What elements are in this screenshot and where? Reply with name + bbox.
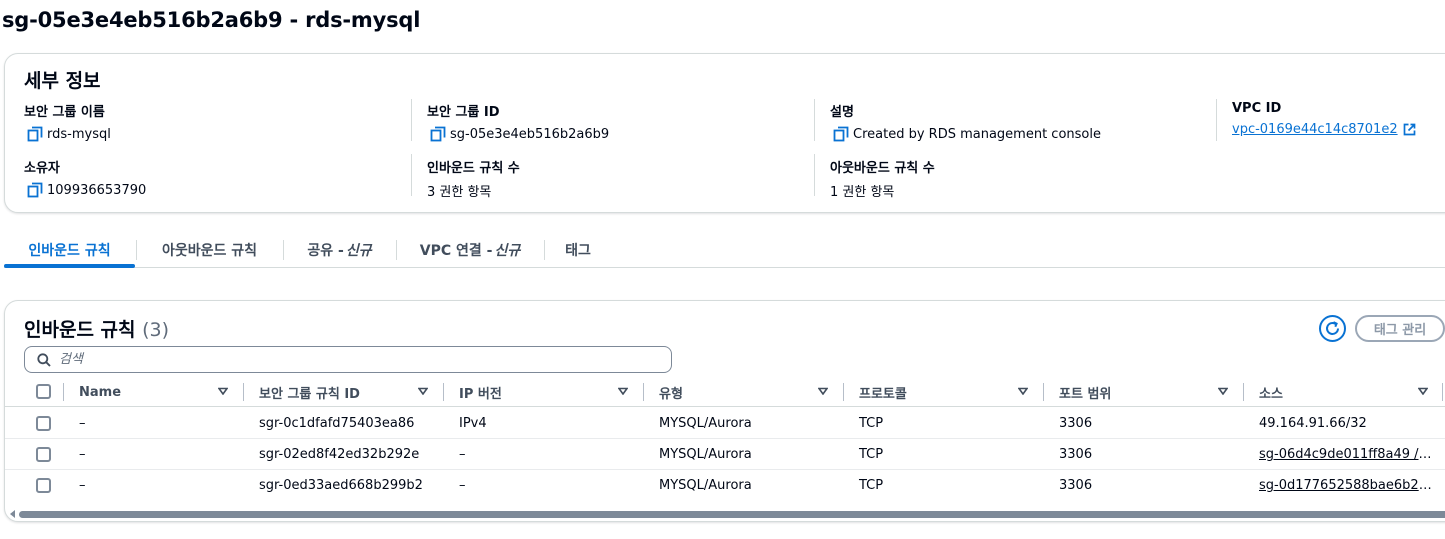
cell-type: MYSQL/Aurora bbox=[659, 478, 752, 493]
source-sg-link[interactable]: sg-0d177652588bae6b2 / ec2-rds-1 bbox=[1259, 470, 1434, 501]
tab-vpc-association[interactable]: VPC 연결 - 신규 bbox=[397, 232, 543, 267]
refresh-button[interactable] bbox=[1319, 315, 1346, 342]
field-label: 인바운드 규칙 수 bbox=[427, 161, 520, 176]
sg-id-value: sg-05e3e4eb516b2a6b9 bbox=[450, 126, 610, 142]
field-label: 소유자 bbox=[24, 161, 60, 176]
owner-value: 109936653790 bbox=[47, 182, 147, 198]
description-value: Created by RDS management console bbox=[853, 126, 1101, 142]
cell-port-range: 3306 bbox=[1059, 447, 1093, 462]
column-header-type[interactable]: 유형 bbox=[659, 377, 683, 407]
field-owner: 소유자 109936653790 bbox=[24, 157, 146, 198]
cell-name: – bbox=[79, 416, 86, 431]
cell-name: – bbox=[79, 447, 86, 462]
cell-rule-id: sgr-0c1dfafd75403ea86 bbox=[259, 416, 415, 431]
tab-inbound-rules[interactable]: 인바운드 규칙 bbox=[4, 232, 135, 268]
column-header-ip-version[interactable]: IP 버전 bbox=[459, 377, 502, 407]
cell-port-range: 3306 bbox=[1059, 478, 1093, 493]
sort-caret-icon[interactable] bbox=[618, 387, 628, 395]
field-label: 보안 그룹 이름 bbox=[24, 105, 105, 120]
field-description: 설명 Created by RDS management console bbox=[830, 101, 1101, 142]
table-row[interactable]: – sgr-0c1dfafd75403ea86 IPv4 MYSQL/Auror… bbox=[5, 408, 1445, 439]
sort-caret-icon[interactable] bbox=[218, 387, 228, 395]
outbound-count-value: 1 권한 항목 bbox=[830, 185, 895, 200]
cell-protocol: TCP bbox=[859, 447, 884, 462]
rules-count: (3) bbox=[142, 319, 170, 341]
cell-ip-version: – bbox=[459, 478, 466, 493]
row-checkbox[interactable] bbox=[36, 447, 51, 462]
search-icon bbox=[37, 352, 51, 367]
cell-ip-version: IPv4 bbox=[459, 416, 487, 431]
sort-caret-icon[interactable] bbox=[1218, 387, 1228, 395]
search-box[interactable] bbox=[24, 346, 672, 373]
external-link-icon bbox=[1403, 123, 1415, 136]
field-label: 보안 그룹 ID bbox=[427, 105, 500, 120]
sort-caret-icon[interactable] bbox=[1418, 387, 1428, 395]
table-header: Name 보안 그룹 규칙 ID IP 버전 유형 프로토콜 포트 범위 소스 bbox=[5, 377, 1445, 407]
cell-rule-id: sgr-0ed33aed668b299b2 bbox=[259, 478, 423, 493]
cell-source: 49.164.91.66/32 bbox=[1259, 416, 1367, 431]
row-checkbox[interactable] bbox=[36, 416, 51, 431]
column-header-source[interactable]: 소스 bbox=[1259, 377, 1283, 407]
cell-name: – bbox=[79, 478, 86, 493]
row-checkbox[interactable] bbox=[36, 478, 51, 493]
cell-rule-id: sgr-02ed8f42ed32b292e bbox=[259, 447, 420, 462]
tab-tags[interactable]: 태그 bbox=[545, 232, 611, 267]
tab-bar: 인바운드 규칙 아웃바운드 규칙 공유 - 신규 VPC 연결 - 신규 태그 bbox=[4, 232, 1445, 268]
field-sg-id: 보안 그룹 ID sg-05e3e4eb516b2a6b9 bbox=[427, 101, 609, 142]
inbound-rules-panel: 인바운드 규칙 (3) 태그 관리 Name 보안 그룹 규칙 ID IP 버전… bbox=[4, 300, 1445, 522]
manage-tags-button[interactable]: 태그 관리 bbox=[1355, 315, 1445, 342]
page-title: sg-05e3e4eb516b2a6b9 - rds-mysql bbox=[2, 8, 421, 32]
column-header-rule-id[interactable]: 보안 그룹 규칙 ID bbox=[259, 377, 360, 407]
vpc-id-link[interactable]: vpc-0169e44c14c8701e2 bbox=[1232, 122, 1398, 137]
sort-caret-icon[interactable] bbox=[1018, 387, 1028, 395]
search-input[interactable] bbox=[59, 352, 619, 367]
inbound-rules-title: 인바운드 규칙 (3) bbox=[24, 319, 170, 341]
column-header-protocol[interactable]: 프로토콜 bbox=[859, 377, 907, 407]
tab-outbound-rules[interactable]: 아웃바운드 규칙 bbox=[137, 232, 282, 267]
cell-port-range: 3306 bbox=[1059, 416, 1093, 431]
cell-protocol: TCP bbox=[859, 478, 884, 493]
table-row[interactable]: – sgr-02ed8f42ed32b292e – MYSQL/Aurora T… bbox=[5, 439, 1445, 470]
source-sg-link[interactable]: sg-06d4c9de011ff8a49 / default bbox=[1259, 439, 1434, 470]
field-inbound-count: 인바운드 규칙 수 3 권한 항목 bbox=[427, 157, 520, 200]
cell-type: MYSQL/Aurora bbox=[659, 416, 752, 431]
column-header-port-range[interactable]: 포트 범위 bbox=[1059, 377, 1111, 407]
sort-caret-icon[interactable] bbox=[418, 387, 428, 395]
refresh-icon bbox=[1326, 321, 1339, 335]
sort-caret-icon[interactable] bbox=[818, 387, 828, 395]
copy-icon[interactable] bbox=[27, 182, 43, 198]
field-label: 설명 bbox=[830, 105, 854, 120]
horizontal-scrollbar[interactable] bbox=[19, 511, 1445, 518]
copy-icon[interactable] bbox=[833, 126, 849, 142]
scroll-left-arrow-icon[interactable] bbox=[10, 510, 15, 518]
copy-icon[interactable] bbox=[27, 126, 43, 142]
details-title: 세부 정보 bbox=[24, 70, 101, 92]
field-label: 아웃바운드 규칙 수 bbox=[830, 161, 935, 176]
inbound-count-value: 3 권한 항목 bbox=[427, 185, 492, 200]
column-header-name[interactable]: Name bbox=[79, 377, 121, 407]
cell-protocol: TCP bbox=[859, 416, 884, 431]
field-outbound-count: 아웃바운드 규칙 수 1 권한 항목 bbox=[830, 157, 935, 200]
table-row[interactable]: – sgr-0ed33aed668b299b2 – MYSQL/Aurora T… bbox=[5, 470, 1445, 501]
cell-ip-version: – bbox=[459, 447, 466, 462]
sg-name-value: rds-mysql bbox=[47, 126, 111, 142]
details-panel: 세부 정보 보안 그룹 이름 rds-mysql 보안 그룹 ID sg-05e… bbox=[4, 53, 1445, 213]
tab-sharing[interactable]: 공유 - 신규 bbox=[284, 232, 395, 267]
copy-icon[interactable] bbox=[430, 126, 446, 142]
select-all-checkbox[interactable] bbox=[36, 384, 51, 399]
cell-type: MYSQL/Aurora bbox=[659, 447, 752, 462]
field-vpc-id: VPC ID vpc-0169e44c14c8701e2 bbox=[1232, 101, 1416, 137]
field-sg-name: 보안 그룹 이름 rds-mysql bbox=[24, 101, 111, 142]
field-label: VPC ID bbox=[1232, 101, 1282, 116]
